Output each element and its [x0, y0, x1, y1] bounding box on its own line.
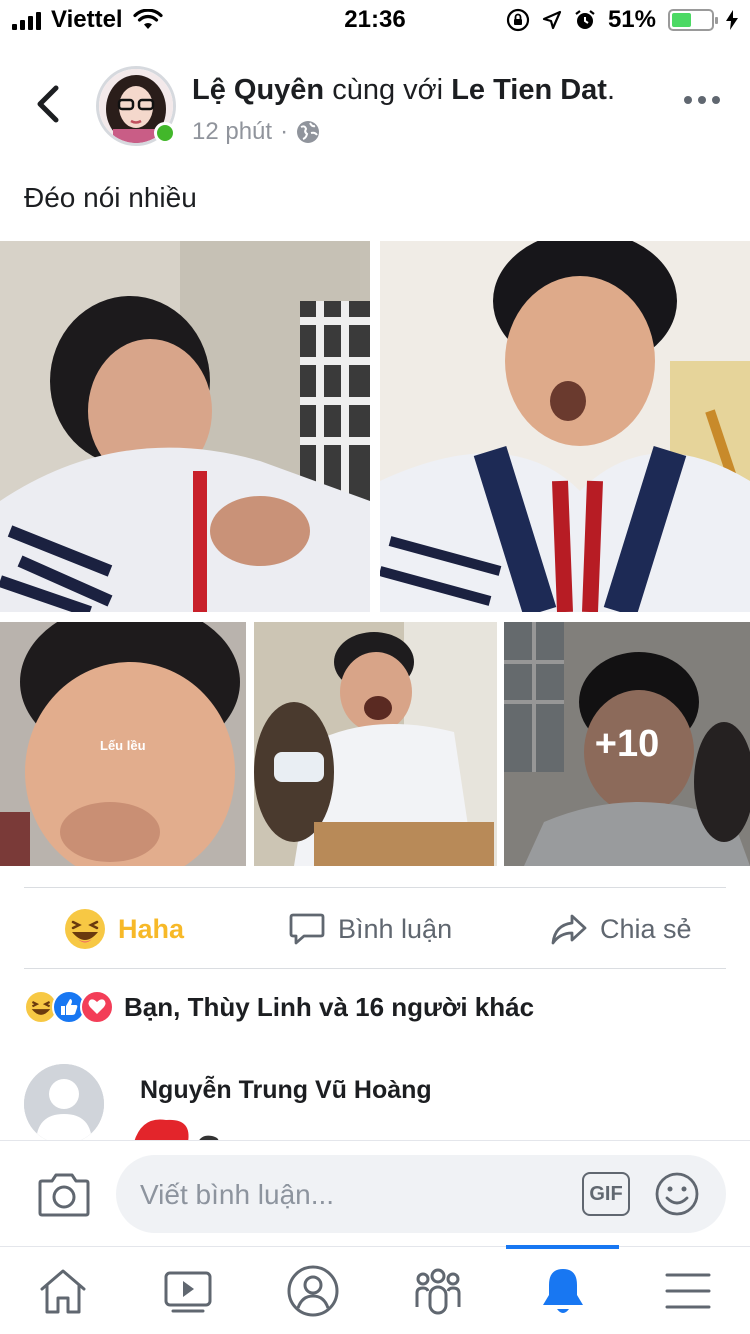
- divider-bottom: [24, 968, 726, 969]
- comment-button[interactable]: Bình luận: [288, 890, 452, 968]
- post-photo-5[interactable]: +10: [504, 622, 750, 866]
- comment-icon: [289, 913, 325, 945]
- post-meta: 12 phút ·: [192, 118, 320, 146]
- tab-home[interactable]: [0, 1247, 125, 1334]
- bottom-tab-bar: [0, 1245, 750, 1334]
- share-label: Chia sẻ: [600, 913, 692, 944]
- online-status-dot: [154, 122, 176, 144]
- status-right: 51%: [506, 6, 738, 34]
- camera-button[interactable]: [38, 1171, 90, 1217]
- back-button[interactable]: [30, 82, 66, 126]
- profile-icon: [287, 1265, 338, 1317]
- post-photo-1[interactable]: [0, 241, 370, 612]
- emoji-button[interactable]: [654, 1171, 700, 1217]
- battery-percent: 51%: [607, 6, 656, 33]
- rotation-lock-icon: [506, 8, 530, 32]
- post-header: Lệ Quyên cùng với Le Tien Dat. 12 phút ·: [0, 60, 750, 150]
- notifications-icon: [542, 1269, 583, 1313]
- commenter-avatar[interactable]: [24, 1064, 104, 1144]
- post-photo-2[interactable]: [380, 241, 750, 612]
- battery-icon: [668, 9, 718, 31]
- comment-placeholder: Viết bình luận...: [140, 1179, 335, 1210]
- tab-groups[interactable]: [375, 1247, 500, 1334]
- love-icon: [80, 990, 114, 1024]
- more-options-button[interactable]: [684, 96, 720, 104]
- alarm-icon: [575, 10, 595, 29]
- reactions-summary[interactable]: Bạn, Thùy Linh và 16 người khác: [24, 990, 534, 1024]
- share-button[interactable]: Chia sẻ: [550, 890, 692, 968]
- comment-input[interactable]: Viết bình luận... GIF: [116, 1155, 726, 1233]
- tab-watch[interactable]: [125, 1247, 250, 1334]
- reaction-summary-text: Bạn, Thùy Linh và 16 người khác: [124, 991, 535, 1022]
- share-icon: [551, 914, 587, 945]
- post-photo-3[interactable]: Lếu lều: [0, 622, 246, 866]
- photo-caption: Lếu lều: [100, 738, 146, 753]
- post-text: Đéo nói nhiều: [24, 182, 197, 213]
- author-line: Lệ Quyên cùng với Le Tien Dat.: [192, 74, 616, 106]
- haha-reaction-button[interactable]: Haha: [64, 890, 184, 968]
- haha-label: Haha: [118, 913, 185, 944]
- menu-icon: [665, 1273, 710, 1309]
- divider-top: [24, 887, 726, 888]
- post-time[interactable]: 12 phút: [192, 118, 272, 146]
- status-bar: Viettel 21:36 51%: [0, 0, 750, 40]
- sticker-image[interactable]: [132, 1112, 222, 1142]
- post-photo-4[interactable]: [254, 622, 497, 866]
- tagged-name[interactable]: Le Tien Dat: [451, 74, 607, 106]
- comment-composer: Viết bình luận... GIF: [0, 1140, 750, 1246]
- commenter-name[interactable]: Nguyễn Trung Vũ Hoàng: [140, 1076, 432, 1105]
- gif-button[interactable]: GIF: [582, 1172, 630, 1216]
- author-name[interactable]: Lệ Quyên: [192, 74, 324, 106]
- action-bar: Haha Bình luận Chia sẻ: [0, 890, 750, 968]
- author-avatar[interactable]: [96, 66, 176, 146]
- with-text: cùng với: [332, 74, 444, 106]
- home-icon: [40, 1269, 85, 1314]
- tab-menu[interactable]: [625, 1247, 750, 1334]
- location-icon: [542, 10, 562, 30]
- tab-profile[interactable]: [250, 1247, 375, 1334]
- globe-icon: [297, 121, 320, 143]
- haha-icon: [65, 909, 105, 949]
- groups-icon: [415, 1268, 460, 1315]
- charging-icon: [726, 10, 738, 30]
- more-photos-overlay[interactable]: +10: [504, 622, 750, 866]
- watch-icon: [164, 1271, 211, 1313]
- tab-notifications[interactable]: [500, 1245, 625, 1334]
- comment-label: Bình luận: [338, 913, 453, 944]
